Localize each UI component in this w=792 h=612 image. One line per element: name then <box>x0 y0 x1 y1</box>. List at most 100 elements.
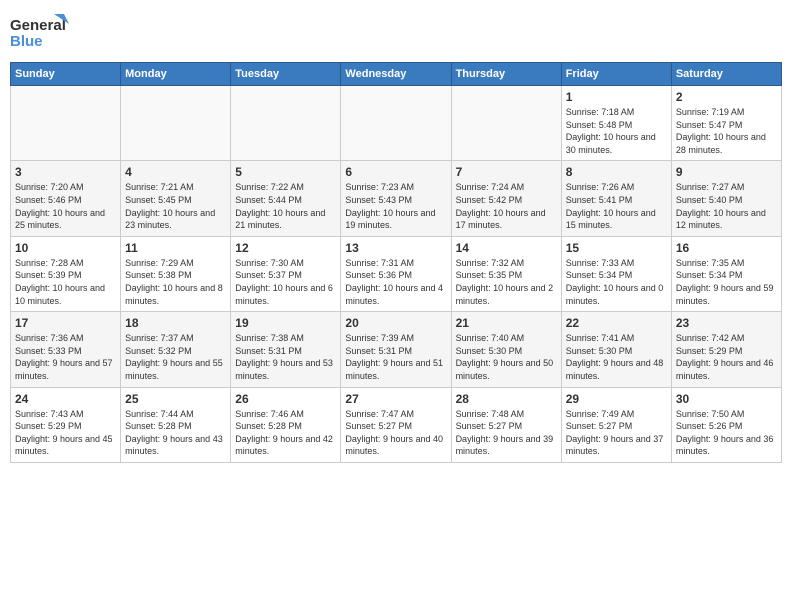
calendar-week-3: 17 Sunrise: 7:36 AM Sunset: 5:33 PM Dayli… <box>11 312 782 387</box>
day-number: 21 <box>456 316 557 330</box>
day-number: 15 <box>566 241 667 255</box>
calendar-cell: 16 Sunrise: 7:35 AM Sunset: 5:34 PM Dayli… <box>671 236 781 311</box>
day-info: Sunrise: 7:22 AM Sunset: 5:44 PM Dayligh… <box>235 181 336 231</box>
day-number: 11 <box>125 241 226 255</box>
day-number: 4 <box>125 165 226 179</box>
calendar-cell <box>451 86 561 161</box>
day-number: 18 <box>125 316 226 330</box>
day-number: 17 <box>15 316 116 330</box>
day-number: 29 <box>566 392 667 406</box>
page: General Blue SundayMondayTuesdayWednesda… <box>0 0 792 612</box>
day-number: 8 <box>566 165 667 179</box>
day-info: Sunrise: 7:29 AM Sunset: 5:38 PM Dayligh… <box>125 257 226 307</box>
day-info: Sunrise: 7:21 AM Sunset: 5:45 PM Dayligh… <box>125 181 226 231</box>
logo: General Blue <box>10 10 70 54</box>
calendar-week-1: 3 Sunrise: 7:20 AM Sunset: 5:46 PM Daylig… <box>11 161 782 236</box>
day-info: Sunrise: 7:27 AM Sunset: 5:40 PM Dayligh… <box>676 181 777 231</box>
day-info: Sunrise: 7:44 AM Sunset: 5:28 PM Dayligh… <box>125 408 226 458</box>
day-number: 28 <box>456 392 557 406</box>
calendar-cell: 18Sunrise: 7:37 AM Sunset: 5:32 PM Dayli… <box>121 312 231 387</box>
calendar-cell: 7 Sunrise: 7:24 AM Sunset: 5:42 PM Daylig… <box>451 161 561 236</box>
logo-icon: General Blue <box>10 10 70 54</box>
day-info: Sunrise: 7:18 AM Sunset: 5:48 PM Dayligh… <box>566 106 667 156</box>
day-info: Sunrise: 7:20 AM Sunset: 5:46 PM Dayligh… <box>15 181 116 231</box>
calendar-week-0: 1 Sunrise: 7:18 AM Sunset: 5:48 PM Daylig… <box>11 86 782 161</box>
day-number: 27 <box>345 392 446 406</box>
day-number: 7 <box>456 165 557 179</box>
calendar-cell <box>11 86 121 161</box>
day-number: 20 <box>345 316 446 330</box>
svg-text:General: General <box>10 17 66 34</box>
day-info: Sunrise: 7:35 AM Sunset: 5:34 PM Dayligh… <box>676 257 777 307</box>
calendar-cell: 6 Sunrise: 7:23 AM Sunset: 5:43 PM Daylig… <box>341 161 451 236</box>
calendar-cell: 4 Sunrise: 7:21 AM Sunset: 5:45 PM Daylig… <box>121 161 231 236</box>
day-info: Sunrise: 7:30 AM Sunset: 5:37 PM Dayligh… <box>235 257 336 307</box>
day-info: Sunrise: 7:41 AM Sunset: 5:30 PM Dayligh… <box>566 332 667 382</box>
day-info: Sunrise: 7:24 AM Sunset: 5:42 PM Dayligh… <box>456 181 557 231</box>
day-number: 14 <box>456 241 557 255</box>
day-number: 23 <box>676 316 777 330</box>
day-number: 10 <box>15 241 116 255</box>
weekday-header-monday: Monday <box>121 63 231 86</box>
day-number: 19 <box>235 316 336 330</box>
calendar-cell <box>121 86 231 161</box>
calendar-cell: 5 Sunrise: 7:22 AM Sunset: 5:44 PM Daylig… <box>231 161 341 236</box>
day-info: Sunrise: 7:19 AM Sunset: 5:47 PM Dayligh… <box>676 106 777 156</box>
calendar-cell: 9 Sunrise: 7:27 AM Sunset: 5:40 PM Daylig… <box>671 161 781 236</box>
day-info: Sunrise: 7:36 AM Sunset: 5:33 PM Dayligh… <box>15 332 116 382</box>
calendar-cell: 29 Sunrise: 7:49 AM Sunset: 5:27 PM Dayli… <box>561 387 671 462</box>
day-number: 1 <box>566 90 667 104</box>
day-number: 3 <box>15 165 116 179</box>
day-number: 16 <box>676 241 777 255</box>
calendar-cell: 30 Sunrise: 7:50 AM Sunset: 5:26 PM Dayli… <box>671 387 781 462</box>
day-info: Sunrise: 7:28 AM Sunset: 5:39 PM Dayligh… <box>15 257 116 307</box>
header: General Blue <box>10 10 782 54</box>
calendar-cell: 3 Sunrise: 7:20 AM Sunset: 5:46 PM Daylig… <box>11 161 121 236</box>
calendar-cell: 25 Sunrise: 7:44 AM Sunset: 5:28 PM Dayli… <box>121 387 231 462</box>
day-info: Sunrise: 7:33 AM Sunset: 5:34 PM Dayligh… <box>566 257 667 307</box>
day-number: 9 <box>676 165 777 179</box>
calendar-table: SundayMondayTuesdayWednesdayThursdayFrid… <box>10 62 782 463</box>
calendar-cell: 20 Sunrise: 7:39 AM Sunset: 5:31 PM Dayli… <box>341 312 451 387</box>
calendar-cell: 17 Sunrise: 7:36 AM Sunset: 5:33 PM Dayli… <box>11 312 121 387</box>
day-number: 22 <box>566 316 667 330</box>
weekday-header-saturday: Saturday <box>671 63 781 86</box>
day-info: Sunrise: 7:23 AM Sunset: 5:43 PM Dayligh… <box>345 181 446 231</box>
calendar-cell <box>231 86 341 161</box>
weekday-header-tuesday: Tuesday <box>231 63 341 86</box>
day-info: Sunrise: 7:32 AM Sunset: 5:35 PM Dayligh… <box>456 257 557 307</box>
day-number: 30 <box>676 392 777 406</box>
day-number: 24 <box>15 392 116 406</box>
calendar-cell: 11 Sunrise: 7:29 AM Sunset: 5:38 PM Dayli… <box>121 236 231 311</box>
day-info: Sunrise: 7:31 AM Sunset: 5:36 PM Dayligh… <box>345 257 446 307</box>
day-number: 26 <box>235 392 336 406</box>
day-number: 25 <box>125 392 226 406</box>
calendar-cell: 19Sunrise: 7:38 AM Sunset: 5:31 PM Dayli… <box>231 312 341 387</box>
day-info: Sunrise: 7:50 AM Sunset: 5:26 PM Dayligh… <box>676 408 777 458</box>
calendar-cell: 27Sunrise: 7:47 AM Sunset: 5:27 PM Dayli… <box>341 387 451 462</box>
day-info: Sunrise: 7:42 AM Sunset: 5:29 PM Dayligh… <box>676 332 777 382</box>
day-info: Sunrise: 7:49 AM Sunset: 5:27 PM Dayligh… <box>566 408 667 458</box>
calendar-cell: 23 Sunrise: 7:42 AM Sunset: 5:29 PM Dayli… <box>671 312 781 387</box>
day-info: Sunrise: 7:39 AM Sunset: 5:31 PM Dayligh… <box>345 332 446 382</box>
calendar-cell: 26Sunrise: 7:46 AM Sunset: 5:28 PM Dayli… <box>231 387 341 462</box>
day-number: 5 <box>235 165 336 179</box>
calendar-week-4: 24 Sunrise: 7:43 AM Sunset: 5:29 PM Dayli… <box>11 387 782 462</box>
calendar-cell: 21 Sunrise: 7:40 AM Sunset: 5:30 PM Dayli… <box>451 312 561 387</box>
calendar-cell: 1 Sunrise: 7:18 AM Sunset: 5:48 PM Daylig… <box>561 86 671 161</box>
calendar-cell: 28Sunrise: 7:48 AM Sunset: 5:27 PM Dayli… <box>451 387 561 462</box>
calendar-cell: 10 Sunrise: 7:28 AM Sunset: 5:39 PM Dayli… <box>11 236 121 311</box>
calendar-cell: 13 Sunrise: 7:31 AM Sunset: 5:36 PM Dayli… <box>341 236 451 311</box>
day-number: 12 <box>235 241 336 255</box>
calendar-cell <box>341 86 451 161</box>
day-number: 13 <box>345 241 446 255</box>
weekday-header-friday: Friday <box>561 63 671 86</box>
calendar-cell: 14 Sunrise: 7:32 AM Sunset: 5:35 PM Dayli… <box>451 236 561 311</box>
calendar-cell: 15 Sunrise: 7:33 AM Sunset: 5:34 PM Dayli… <box>561 236 671 311</box>
day-number: 6 <box>345 165 446 179</box>
calendar-cell: 12 Sunrise: 7:30 AM Sunset: 5:37 PM Dayli… <box>231 236 341 311</box>
calendar-week-2: 10 Sunrise: 7:28 AM Sunset: 5:39 PM Dayli… <box>11 236 782 311</box>
day-info: Sunrise: 7:40 AM Sunset: 5:30 PM Dayligh… <box>456 332 557 382</box>
day-number: 2 <box>676 90 777 104</box>
day-info: Sunrise: 7:43 AM Sunset: 5:29 PM Dayligh… <box>15 408 116 458</box>
